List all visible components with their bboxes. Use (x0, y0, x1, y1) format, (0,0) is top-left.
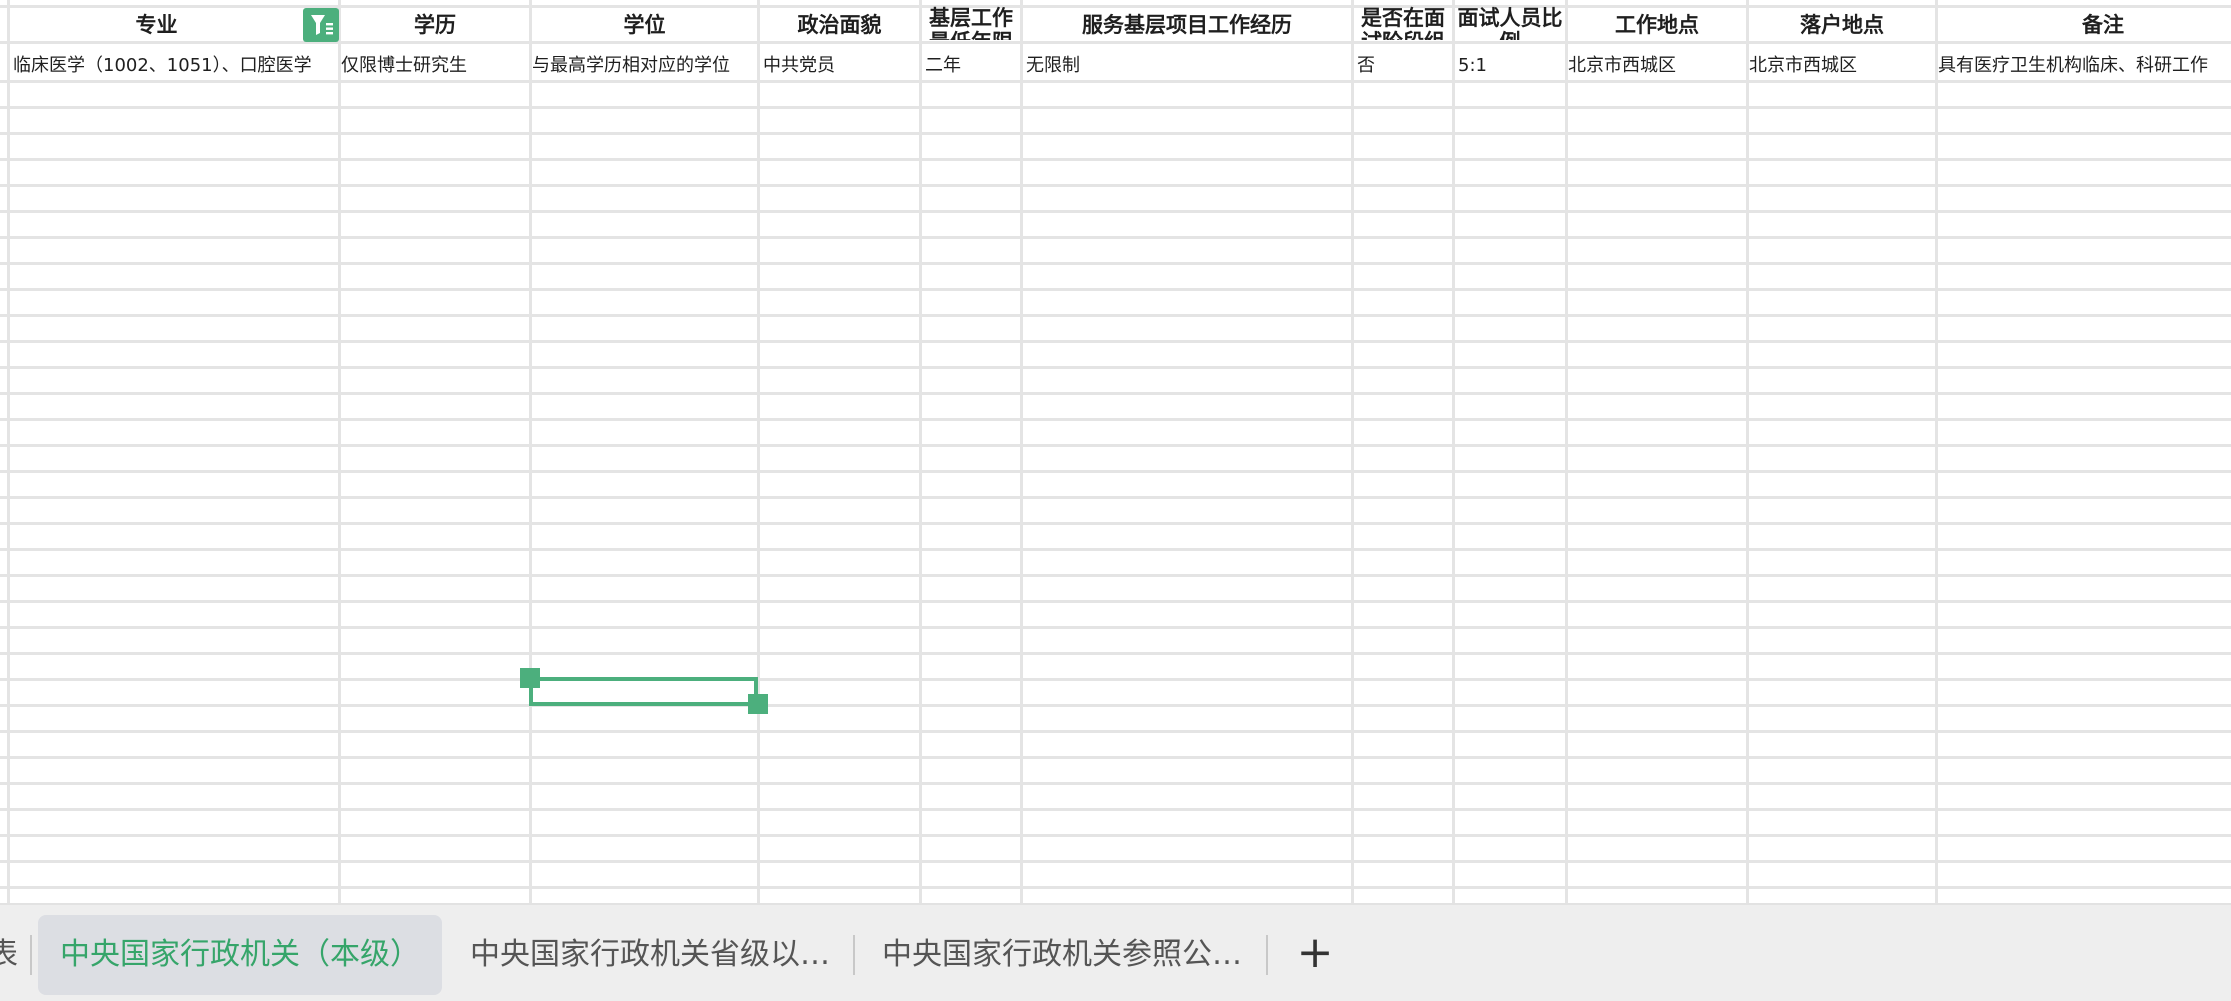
header-political-status[interactable]: 政治面貌 (760, 2, 919, 48)
cell-education[interactable]: 仅限博士研究生 (338, 54, 529, 80)
column-divider (1452, 0, 1455, 903)
header-hukou-location[interactable]: 落户地点 (1749, 2, 1935, 48)
cell-service-project[interactable]: 无限制 (1023, 54, 1351, 80)
row-divider (0, 262, 2231, 265)
row-divider (0, 626, 2231, 629)
cell-work-location[interactable]: 北京市西城区 (1565, 54, 1746, 80)
row-divider (0, 106, 2231, 109)
header-service-project[interactable]: 服务基层项目工作经历 (1023, 2, 1351, 48)
row-divider (0, 522, 2231, 525)
spreadsheet-grid[interactable]: 专业 学历 学位 政治面貌 基层工作最低年限 服务基层项目工作经历 是否在面试阶… (0, 0, 2231, 903)
row-divider (0, 496, 2231, 499)
header-interview-ratio[interactable]: 面试人员比例 (1455, 6, 1565, 40)
cell-remarks[interactable]: 具有医疗卫生机构临床、科研工作 (1935, 54, 2231, 80)
cell-grassroots-years[interactable]: 二年 (922, 54, 1020, 80)
column-divider (338, 0, 341, 903)
column-divider (1020, 0, 1023, 903)
row-divider (0, 80, 2231, 83)
row-divider (0, 548, 2231, 551)
row-divider (0, 210, 2231, 213)
cell-professional-test[interactable]: 否 (1354, 54, 1452, 80)
row-divider (0, 340, 2231, 343)
row-divider (0, 600, 2231, 603)
row-divider (0, 886, 2231, 889)
row-divider (0, 392, 2231, 395)
row-divider (0, 808, 2231, 811)
row-divider (0, 652, 2231, 655)
row-divider (0, 834, 2231, 837)
row-divider (0, 704, 2231, 707)
row-divider (0, 444, 2231, 447)
cell-hukou-location[interactable]: 北京市西城区 (1746, 54, 1935, 80)
column-divider (1565, 0, 1568, 903)
header-education[interactable]: 学历 (341, 2, 529, 48)
column-divider (529, 0, 532, 903)
header-specialty[interactable]: 专业 (10, 2, 303, 48)
row-divider (0, 418, 2231, 421)
selection-end-handle[interactable] (748, 694, 768, 714)
cell-degree[interactable]: 与最高学历相对应的学位 (529, 54, 757, 80)
column-divider (7, 0, 10, 903)
row-divider (0, 860, 2231, 863)
cell-political-status[interactable]: 中共党员 (760, 54, 919, 80)
header-grassroots-years[interactable]: 基层工作最低年限 (922, 6, 1020, 40)
filter-icon (311, 15, 333, 35)
column-divider (1351, 0, 1354, 903)
header-work-location[interactable]: 工作地点 (1568, 2, 1746, 48)
row-divider (0, 470, 2231, 473)
tab-separator (1266, 935, 1268, 975)
header-professional-test[interactable]: 是否在面试阶段组织专业能力测试 (1354, 6, 1452, 40)
column-divider (757, 0, 760, 903)
column-divider (1746, 0, 1749, 903)
row-divider (0, 158, 2231, 161)
row-divider (0, 236, 2231, 239)
sheet-tab-partial[interactable]: 表 (0, 915, 18, 995)
row-divider (0, 132, 2231, 135)
selected-cell-range[interactable] (529, 677, 758, 706)
row-divider (0, 782, 2231, 785)
sheet-tab-reference[interactable]: 中央国家行政机关参照公… (882, 915, 1252, 995)
add-sheet-button[interactable]: + (1290, 915, 1340, 995)
filter-button[interactable] (303, 8, 339, 42)
column-divider (1935, 0, 1938, 903)
row-divider (0, 184, 2231, 187)
row-divider (0, 366, 2231, 369)
header-degree[interactable]: 学位 (532, 2, 757, 48)
sheet-tab-bar: 表 中央国家行政机关（本级） 中央国家行政机关省级以… 中央国家行政机关参照公…… (0, 903, 2231, 1001)
row-divider (0, 288, 2231, 291)
tab-separator (853, 935, 855, 975)
column-divider (919, 0, 922, 903)
row-divider (0, 678, 2231, 681)
row-divider (0, 730, 2231, 733)
tab-separator (30, 935, 32, 975)
cell-specialty[interactable]: 临床医学（1002、1051）、口腔医学 (10, 54, 340, 80)
sheet-tab-active[interactable]: 中央国家行政机关（本级） (38, 915, 442, 995)
sheet-tab-provincial[interactable]: 中央国家行政机关省级以… (470, 915, 840, 995)
row-divider (0, 314, 2231, 317)
row-divider (0, 574, 2231, 577)
row-divider (0, 756, 2231, 759)
cell-interview-ratio[interactable]: 5:1 (1455, 54, 1565, 80)
header-remarks[interactable]: 备注 (1938, 2, 2231, 48)
selection-start-handle[interactable] (520, 668, 540, 688)
plus-icon: + (1296, 927, 1334, 978)
